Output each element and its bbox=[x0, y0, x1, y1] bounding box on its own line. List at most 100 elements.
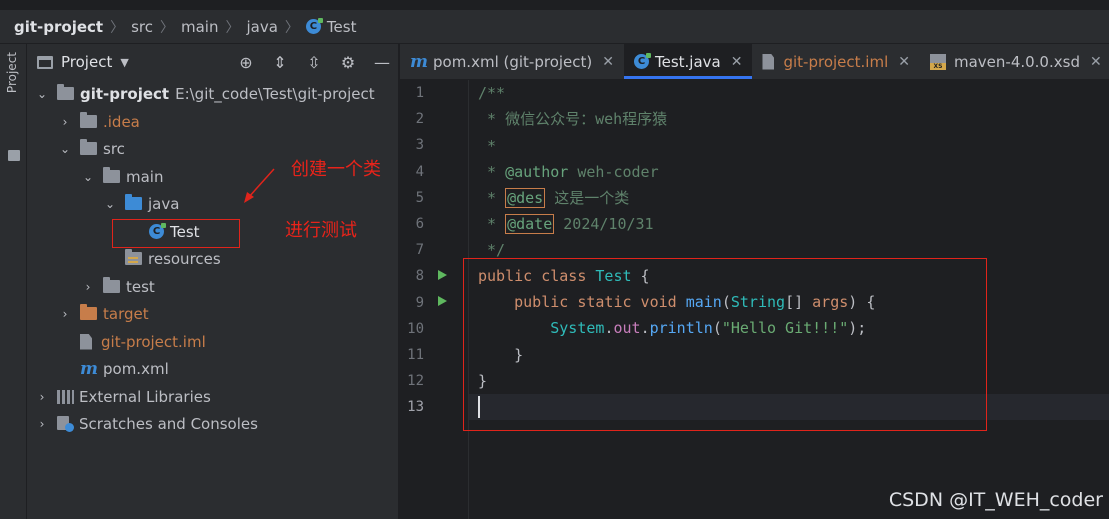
iml-file-icon bbox=[80, 333, 92, 350]
javadoc-tag: @date bbox=[505, 214, 555, 234]
breadcrumb-separator: 〉 bbox=[110, 19, 125, 36]
tree-item-label: test bbox=[126, 277, 155, 296]
tree-item-idea[interactable]: › .idea bbox=[58, 108, 140, 135]
tree-item-java[interactable]: ⌄ java bbox=[103, 190, 179, 217]
gear-icon[interactable]: ⚙ bbox=[338, 52, 358, 72]
tree-item-test[interactable]: › test bbox=[81, 273, 155, 300]
chevron-down-icon[interactable]: ▼ bbox=[120, 56, 128, 69]
editor-tab-bar: m pom.xml (git-project) ✕ Test.java ✕ gi… bbox=[400, 44, 1109, 80]
run-icon[interactable] bbox=[438, 296, 447, 306]
breadcrumb-test[interactable]: Test bbox=[327, 18, 357, 36]
breadcrumb-main[interactable]: main bbox=[181, 18, 218, 36]
folder-icon bbox=[103, 277, 120, 293]
tab-pom-xml[interactable]: m pom.xml (git-project) ✕ bbox=[400, 44, 624, 79]
code-token: weh-coder bbox=[568, 163, 659, 181]
tool-window-strip: Project bbox=[0, 44, 27, 519]
breadcrumb-separator: 〉 bbox=[284, 19, 299, 36]
code-line-4: * @author weh-coder bbox=[478, 159, 659, 185]
tree-item-scratches[interactable]: › Scratches and Consoles bbox=[35, 410, 258, 437]
project-panel: Project ▼ ⊕ ⇕ ⇳ ⚙ — ⌄ git-project E:\git… bbox=[27, 44, 399, 519]
tab-label: git-project.iml bbox=[783, 52, 889, 71]
tree-item-label: pom.xml bbox=[103, 359, 169, 378]
line-number: 10 bbox=[407, 320, 424, 337]
tab-test-java[interactable]: Test.java ✕ bbox=[624, 44, 753, 79]
annotation-highlight-code bbox=[463, 258, 987, 431]
tree-item-label: git-project.iml bbox=[101, 332, 206, 351]
tree-item-main[interactable]: ⌄ main bbox=[81, 163, 163, 190]
tree-item-label: src bbox=[103, 139, 125, 158]
line-number: 5 bbox=[415, 189, 424, 206]
maven-icon: m bbox=[80, 358, 98, 379]
chevron-down-icon[interactable]: ⌄ bbox=[35, 87, 49, 101]
locate-file-icon[interactable]: ⊕ bbox=[236, 52, 256, 72]
collapse-all-icon[interactable]: ⇳ bbox=[304, 52, 324, 72]
breadcrumb: git-project 〉 src 〉 main 〉 java 〉 Test bbox=[0, 10, 1109, 44]
hide-panel-icon[interactable]: — bbox=[372, 52, 392, 72]
tab-iml[interactable]: git-project.iml ✕ bbox=[752, 44, 920, 79]
tab-label: maven-4.0.0.xsd bbox=[953, 52, 1080, 71]
tree-item-git-project[interactable]: ⌄ git-project E:\git_code\Test\git-proje… bbox=[35, 80, 375, 107]
chevron-down-icon[interactable]: ⌄ bbox=[58, 142, 72, 156]
chevron-right-icon[interactable]: › bbox=[35, 417, 49, 431]
code-editor[interactable]: 1 2 3 4 5 6 7 8 9 10 11 12 13 /** * 微信公众号：weh程序猿 * *… bbox=[400, 80, 1109, 519]
tree-item-pom[interactable]: m pom.xml bbox=[80, 355, 169, 382]
chevron-right-icon[interactable]: › bbox=[58, 307, 72, 321]
tab-label: Test.java bbox=[655, 52, 721, 71]
library-icon bbox=[57, 389, 74, 404]
line-number-gutter: 1 2 3 4 5 6 7 8 9 10 11 12 13 bbox=[400, 80, 466, 519]
close-icon[interactable]: ✕ bbox=[898, 54, 910, 70]
tree-item-target[interactable]: › target bbox=[58, 300, 149, 327]
tab-maven-xsd[interactable]: maven-4.0.0.xsd ✕ bbox=[920, 44, 1109, 79]
code-line-2: * 微信公众号：weh程序猿 bbox=[478, 110, 668, 128]
tree-item-label: main bbox=[126, 167, 164, 186]
expand-all-icon[interactable]: ⇕ bbox=[270, 52, 290, 72]
close-icon[interactable]: ✕ bbox=[1090, 54, 1102, 70]
code-token: * bbox=[478, 215, 506, 233]
line-number: 8 bbox=[415, 268, 424, 285]
maven-icon: m bbox=[410, 51, 428, 72]
project-view-selector[interactable]: Project bbox=[61, 53, 112, 71]
folder-icon bbox=[103, 167, 120, 183]
code-line-3: * bbox=[478, 137, 497, 155]
chevron-right-icon[interactable]: › bbox=[81, 280, 95, 294]
chevron-right-icon[interactable]: › bbox=[58, 115, 72, 129]
annotation-create-class: 创建一个类 bbox=[291, 159, 381, 180]
chevron-right-icon[interactable]: › bbox=[35, 390, 49, 404]
line-number: 12 bbox=[407, 373, 424, 390]
tree-item-external-libraries[interactable]: › External Libraries bbox=[35, 383, 211, 410]
breadcrumb-separator: 〉 bbox=[160, 19, 174, 36]
tree-item-src[interactable]: ⌄ src bbox=[58, 135, 125, 162]
tree-item-label: java bbox=[148, 194, 180, 213]
tree-item-resources[interactable]: resources bbox=[125, 245, 221, 272]
code-line-6: * @date 2024/10/31 bbox=[478, 211, 654, 237]
close-icon[interactable]: ✕ bbox=[731, 54, 743, 70]
chevron-down-icon[interactable]: ⌄ bbox=[103, 197, 117, 211]
breadcrumb-separator: 〉 bbox=[225, 19, 240, 36]
close-icon[interactable]: ✕ bbox=[602, 54, 614, 70]
structure-icon[interactable] bbox=[8, 150, 20, 161]
line-number: 4 bbox=[415, 163, 424, 180]
chevron-down-icon[interactable]: ⌄ bbox=[81, 170, 95, 184]
excluded-folder-icon bbox=[80, 304, 97, 320]
project-tool-window-button[interactable]: Project bbox=[5, 52, 19, 93]
code-token: * bbox=[478, 163, 506, 181]
code-line-5: * @des 这是一个类 bbox=[478, 185, 629, 211]
breadcrumb-src[interactable]: src bbox=[131, 18, 153, 36]
run-icon[interactable] bbox=[438, 270, 447, 280]
annotation-arrow bbox=[244, 168, 275, 203]
code-line-1: /** bbox=[478, 84, 506, 102]
breadcrumb-java[interactable]: java bbox=[246, 18, 277, 36]
tree-item-label: resources bbox=[148, 249, 221, 268]
project-panel-toolbar: ⊕ ⇕ ⇳ ⚙ — bbox=[236, 52, 392, 72]
breadcrumb-project[interactable]: git-project bbox=[14, 18, 103, 36]
line-number: 6 bbox=[415, 216, 424, 232]
tree-item-iml[interactable]: git-project.iml bbox=[80, 328, 206, 355]
line-number: 7 bbox=[415, 242, 424, 259]
code-token: * bbox=[478, 189, 506, 207]
tree-item-label: External Libraries bbox=[79, 387, 211, 406]
line-number: 11 bbox=[407, 347, 424, 363]
java-class-icon bbox=[305, 18, 323, 34]
source-folder-icon bbox=[125, 194, 142, 210]
tree-item-label: .idea bbox=[103, 112, 140, 131]
scratches-icon bbox=[57, 415, 74, 432]
